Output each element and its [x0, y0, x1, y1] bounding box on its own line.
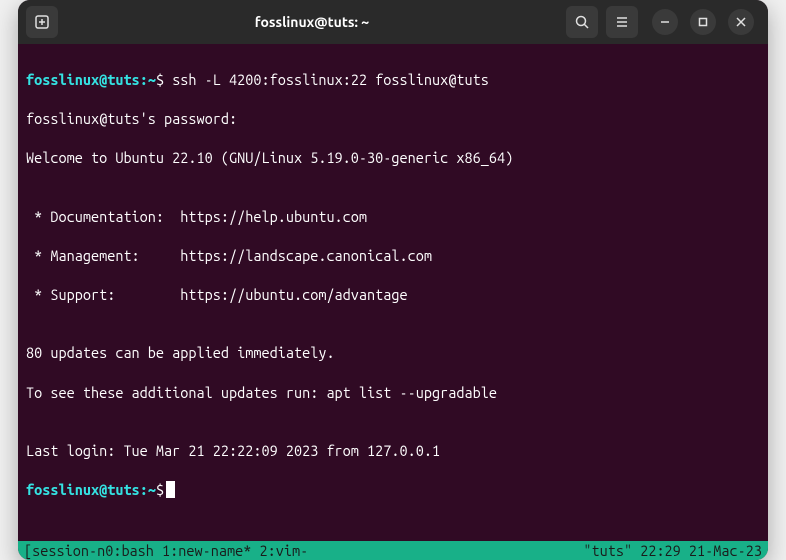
- tmux-statusbar: [session-n0:bash 1:new-name* 2:vim- "tut…: [18, 541, 768, 560]
- window-controls: [646, 9, 760, 35]
- prompt-user: fosslinux@tuts: [26, 71, 140, 88]
- new-tab-button[interactable]: [26, 6, 58, 38]
- prompt-symbol: $: [156, 71, 164, 88]
- maximize-button[interactable]: [690, 9, 716, 35]
- titlebar: fosslinux@tuts: ~: [18, 0, 768, 44]
- prompt-path: ~: [148, 481, 156, 498]
- window-title: fosslinux@tuts: ~: [66, 14, 558, 30]
- prompt-line-2: fosslinux@tuts:~$: [26, 480, 760, 500]
- statusbar-right: "tuts" 22:29 21-Mac-23: [583, 542, 762, 559]
- prompt-user: fosslinux@tuts: [26, 481, 140, 498]
- close-button[interactable]: [728, 9, 754, 35]
- terminal-content[interactable]: fosslinux@tuts:~$ ssh -L 4200:fosslinux:…: [18, 44, 768, 541]
- prompt-sep: :: [140, 481, 148, 498]
- output-line: * Support: https://ubuntu.com/advantage: [26, 285, 760, 305]
- prompt-path: ~: [148, 71, 156, 88]
- output-line: Last login: Tue Mar 21 22:22:09 2023 fro…: [26, 441, 760, 461]
- output-line: * Management: https://landscape.canonica…: [26, 246, 760, 266]
- statusbar-left: [session-n0:bash 1:new-name* 2:vim-: [24, 542, 308, 559]
- prompt-sep: :: [140, 71, 148, 88]
- search-button[interactable]: [566, 6, 598, 38]
- terminal-window: fosslinux@tuts: ~: [18, 0, 768, 560]
- output-line: 80 updates can be applied immediately.: [26, 343, 760, 363]
- prompt-symbol: $: [156, 481, 164, 498]
- output-line: To see these additional updates run: apt…: [26, 383, 760, 403]
- cursor: [166, 481, 175, 498]
- menu-button[interactable]: [606, 6, 638, 38]
- minimize-button[interactable]: [652, 9, 678, 35]
- output-line: Welcome to Ubuntu 22.10 (GNU/Linux 5.19.…: [26, 148, 760, 168]
- prompt-line-1: fosslinux@tuts:~$ ssh -L 4200:fosslinux:…: [26, 70, 760, 90]
- output-line: * Documentation: https://help.ubuntu.com: [26, 207, 760, 227]
- command-text: ssh -L 4200:fosslinux:22 fosslinux@tuts: [172, 71, 489, 88]
- output-line: fosslinux@tuts's password:: [26, 109, 760, 129]
